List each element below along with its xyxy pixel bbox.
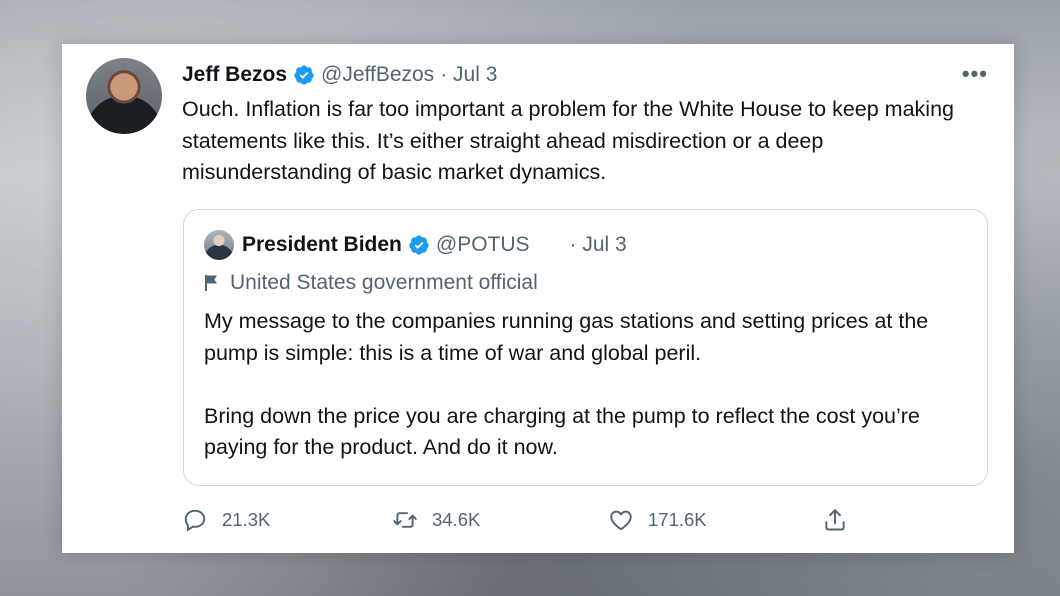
reply-button[interactable]: 21.3K <box>182 504 270 536</box>
retweet-count: 34.6K <box>432 509 481 530</box>
government-label[interactable]: United States government official <box>204 270 538 296</box>
quoted-author-name[interactable]: President Biden <box>242 233 402 257</box>
share-button[interactable] <box>822 504 848 536</box>
quoted-tweet-date[interactable]: · Jul 3 <box>570 233 627 257</box>
author-handle[interactable]: @JeffBezos <box>321 63 434 87</box>
tweet-card[interactable]: Jeff Bezos @JeffBezos · Jul 3 ••• Ouch. … <box>62 44 1014 553</box>
quoted-paragraph: My message to the companies running gas … <box>204 309 929 365</box>
like-button[interactable]: 171.6K <box>608 504 707 536</box>
retweet-icon <box>393 512 417 528</box>
like-icon <box>610 510 632 531</box>
tweet-text: Ouch. Inflation is far too important a p… <box>182 97 954 184</box>
tweet-actions: 21.3K 34.6K 171.6K <box>182 504 882 536</box>
tweet-header: Jeff Bezos @JeffBezos · Jul 3 <box>182 62 497 88</box>
reply-icon <box>184 509 206 532</box>
author-avatar[interactable] <box>86 58 162 134</box>
quoted-paragraph: Bring down the price you are charging at… <box>204 403 920 460</box>
verified-badge-icon <box>409 235 429 255</box>
quoted-author-avatar[interactable] <box>204 230 234 260</box>
quoted-author-handle[interactable]: @POTUS <box>436 233 530 257</box>
government-label-text: United States government official <box>230 271 538 294</box>
author-name[interactable]: Jeff Bezos <box>182 63 287 87</box>
tweet-date[interactable]: · Jul 3 <box>440 63 497 87</box>
quoted-tweet-text: My message to the companies running gas … <box>204 306 974 464</box>
retweet-button[interactable]: 34.6K <box>392 504 480 536</box>
quoted-tweet[interactable]: President Biden @POTUS · Jul 3 United St… <box>183 209 988 486</box>
verified-badge-icon <box>294 65 314 85</box>
flag-icon <box>205 275 217 291</box>
quoted-tweet-header: President Biden @POTUS · Jul 3 <box>242 231 627 259</box>
share-icon <box>825 509 845 531</box>
more-options-icon[interactable]: ••• <box>962 63 988 85</box>
like-count: 171.6K <box>648 509 707 530</box>
reply-count: 21.3K <box>222 509 271 530</box>
